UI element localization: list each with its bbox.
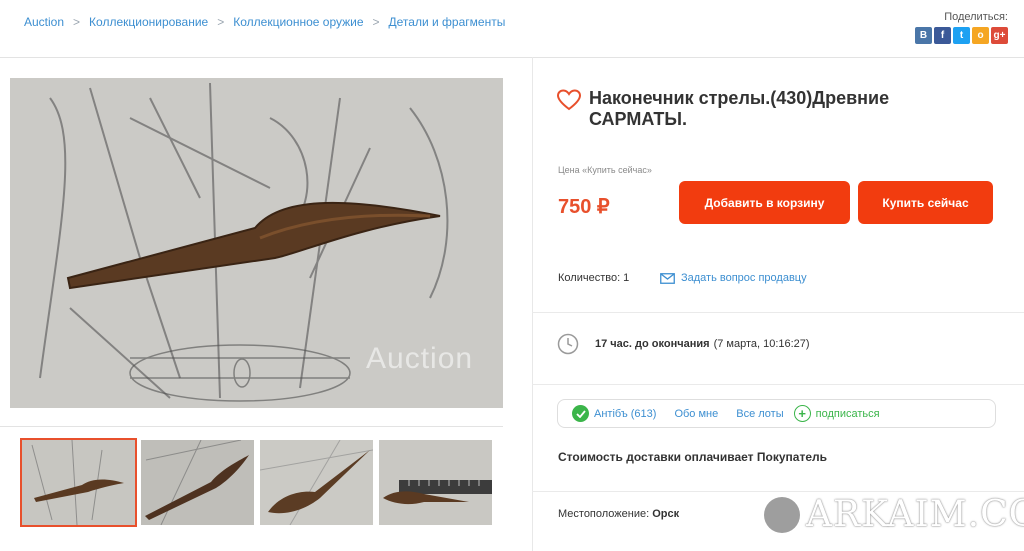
- title-row: Наконечник стрелы.(430)Древние САРМАТЫ.: [557, 88, 969, 130]
- quantity-label: Количество: 1: [558, 272, 630, 284]
- thumbnail-image: [22, 440, 135, 525]
- subscribe-link[interactable]: подписаться: [816, 408, 880, 420]
- buy-now-button[interactable]: Купить сейчас: [858, 181, 993, 224]
- twitter-icon[interactable]: t: [953, 27, 970, 44]
- brand-watermark: ARKAIM.CO: [764, 494, 1024, 535]
- thumbnail-image: [260, 440, 373, 525]
- section-divider: [532, 312, 1024, 313]
- location-label: Местоположение:: [558, 508, 653, 520]
- column-divider: [532, 57, 533, 551]
- breadcrumb-item-parts[interactable]: Детали и фрагменты: [389, 15, 506, 29]
- brand-logo-icon: [764, 496, 800, 533]
- seller-rating[interactable]: Антiбъ (613): [594, 408, 656, 420]
- facebook-icon[interactable]: f: [934, 27, 951, 44]
- price-caption: Цена «Купить сейчас»: [558, 165, 652, 175]
- breadcrumb-item-weapons[interactable]: Коллекционное оружие: [233, 15, 363, 29]
- seller-box: Антiбъ (613) Обо мне Все лоты + подписат…: [557, 399, 996, 428]
- location: Местоположение: Орск: [558, 508, 679, 520]
- ask-seller-label[interactable]: Задать вопрос продавцу: [681, 272, 807, 284]
- main-product-image[interactable]: Auction: [10, 78, 503, 408]
- thumbnail-3[interactable]: [260, 440, 373, 525]
- product-title: Наконечник стрелы.(430)Древние САРМАТЫ.: [589, 88, 890, 129]
- clock-icon: [557, 333, 579, 355]
- breadcrumb-item-collecting[interactable]: Коллекционирование: [89, 15, 208, 29]
- heart-icon[interactable]: [557, 89, 581, 111]
- price-value: 750 ₽: [558, 196, 610, 218]
- google-plus-icon[interactable]: g+: [991, 27, 1008, 44]
- add-to-cart-button[interactable]: Добавить в корзину: [679, 181, 850, 224]
- share-icons: В f t о g+: [915, 27, 1008, 44]
- brand-name: ARKAIM.CO: [806, 494, 1024, 535]
- breadcrumb: Auction > Коллекционирование > Коллекцио…: [24, 15, 505, 29]
- header-divider: [0, 57, 1024, 58]
- thumbnail-image: [141, 440, 254, 525]
- location-value: Орск: [652, 508, 680, 520]
- share-label: Поделиться:: [944, 11, 1008, 23]
- thumbnail-image: [379, 440, 492, 525]
- gallery-divider: [0, 426, 503, 427]
- thumbnail-2[interactable]: [141, 440, 254, 525]
- breadcrumb-separator: >: [217, 15, 225, 29]
- vk-icon[interactable]: В: [915, 27, 932, 44]
- auction-timer: 17 час. до окончания (7 марта, 10:16:27): [557, 333, 810, 355]
- time-left: 17 час. до окончания: [595, 338, 710, 350]
- ask-seller-link[interactable]: Задать вопрос продавцу: [660, 272, 807, 284]
- image-watermark: Auction: [366, 342, 474, 375]
- section-divider: [532, 384, 1024, 385]
- end-date: (7 марта, 10:16:27): [713, 338, 810, 350]
- odnoklassniki-icon[interactable]: о: [972, 27, 989, 44]
- plus-icon[interactable]: +: [793, 405, 811, 422]
- all-lots-link[interactable]: Все лоты: [736, 408, 783, 420]
- share-panel: Поделиться: В f t о g+: [915, 11, 1008, 44]
- thumbnail-4[interactable]: [379, 440, 492, 525]
- shipping-info: Стоимость доставки оплачивает Покупатель: [558, 450, 827, 464]
- check-icon: [572, 405, 589, 422]
- thumbnail-strip: [20, 438, 492, 527]
- breadcrumb-separator: >: [372, 15, 380, 29]
- envelope-icon: [660, 272, 675, 284]
- thumbnail-1[interactable]: [20, 438, 137, 527]
- about-seller-link[interactable]: Обо мне: [674, 408, 718, 420]
- breadcrumb-separator: >: [73, 15, 81, 29]
- section-divider: [532, 491, 1024, 492]
- breadcrumb-item-auction[interactable]: Auction: [24, 15, 64, 29]
